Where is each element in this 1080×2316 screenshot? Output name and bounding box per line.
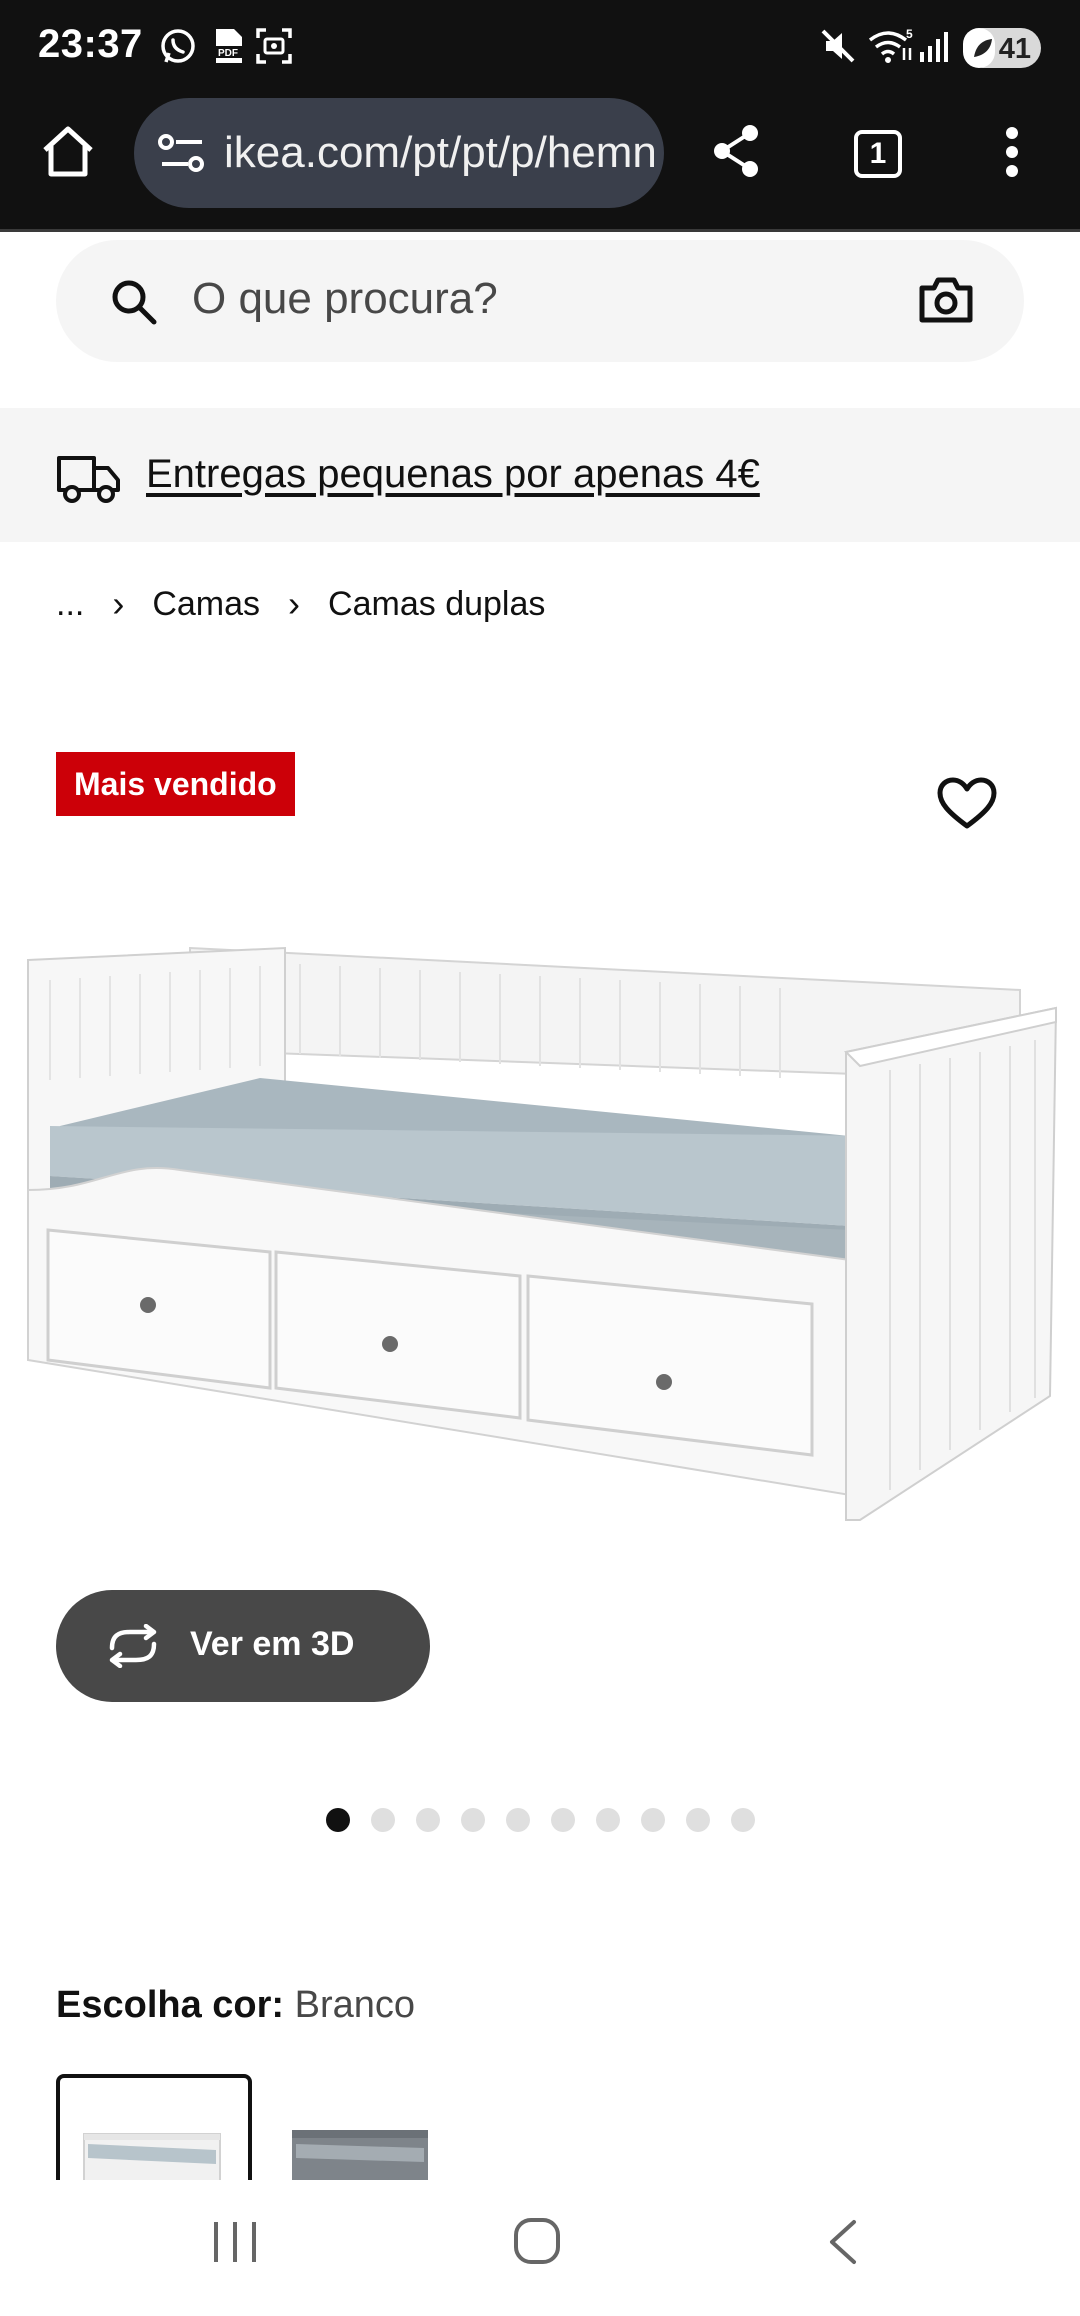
battery-percent: 41	[998, 33, 1031, 65]
drawer-knob	[382, 1336, 398, 1352]
carousel-dot[interactable]	[641, 1808, 665, 1832]
image-carousel-dots	[326, 1808, 755, 1832]
power-saving-leaf-icon	[974, 39, 992, 57]
swatch-gray-image	[292, 2130, 428, 2184]
screenshot-icon	[256, 28, 292, 64]
site-settings-icon[interactable]	[156, 128, 208, 178]
home-nav-icon[interactable]	[512, 2216, 562, 2266]
drawer-middle	[274, 1250, 522, 1420]
breadcrumb-item-camas-duplas[interactable]: Camas duplas	[328, 585, 545, 624]
more-vertical-icon	[1006, 127, 1018, 177]
color-swatch-gray[interactable]	[280, 2074, 476, 2184]
search-input[interactable]: O que procura?	[192, 274, 498, 324]
drawer-knob	[656, 1374, 672, 1390]
carousel-dot[interactable]	[506, 1808, 530, 1832]
carousel-dot[interactable]	[731, 1808, 755, 1832]
drawer-knob	[140, 1297, 156, 1313]
home-icon	[43, 126, 93, 177]
battery-indicator: 41	[963, 28, 1041, 68]
browser-toolbar: ikea.com/pt/pt/p/hemnes 1	[0, 96, 1080, 232]
delivery-banner[interactable]: Entregas pequenas por apenas 4€	[0, 408, 1080, 542]
address-bar[interactable]: ikea.com/pt/pt/p/hemnes	[134, 98, 664, 208]
carousel-dot[interactable]	[326, 1808, 350, 1832]
carousel-dot[interactable]	[686, 1808, 710, 1832]
breadcrumb-item-camas[interactable]: Camas	[152, 585, 260, 624]
svg-text:PDF: PDF	[218, 48, 238, 59]
drawer-left	[46, 1228, 272, 1390]
recent-apps-icon[interactable]	[210, 2218, 260, 2266]
search-bar[interactable]: O que procura?	[56, 240, 1024, 362]
view-in-3d-button[interactable]: Ver em 3D	[56, 1590, 430, 1702]
delivery-link[interactable]: Entregas pequenas por apenas 4€	[146, 452, 760, 497]
breadcrumb: ... › Camas › Camas duplas	[56, 580, 545, 628]
color-swatch-white[interactable]	[56, 2074, 252, 2184]
signal-icon	[920, 32, 948, 62]
svg-text:5: 5	[906, 27, 913, 41]
favorite-heart-icon[interactable]	[936, 776, 998, 832]
carousel-dot[interactable]	[461, 1808, 485, 1832]
home-button[interactable]	[36, 116, 100, 186]
camera-search-icon[interactable]	[918, 274, 974, 326]
pdf-icon: PDF	[214, 29, 242, 63]
share-button[interactable]	[704, 116, 768, 186]
view-in-3d-label[interactable]: Ver em 3D	[190, 1625, 354, 1664]
mute-icon	[821, 29, 855, 63]
search-icon	[112, 280, 157, 325]
selected-color-value: Branco	[294, 1984, 416, 2026]
status-time: 23:37	[38, 22, 143, 66]
carousel-dot[interactable]	[596, 1808, 620, 1832]
best-seller-badge: Mais vendido	[56, 752, 295, 816]
truck-icon	[57, 456, 120, 503]
url-text[interactable]: ikea.com/pt/pt/p/hemnes	[224, 128, 654, 178]
breadcrumb-item-more[interactable]: ...	[56, 585, 84, 624]
swatch-white-image	[83, 2133, 221, 2184]
color-chooser-label: Escolha cor: Branco	[56, 1984, 415, 2027]
whatsapp-icon	[161, 29, 195, 63]
carousel-dot[interactable]	[371, 1808, 395, 1832]
tab-switcher-button[interactable]: 1	[854, 130, 902, 178]
chevron-right-icon: ›	[112, 583, 125, 624]
carousel-dot[interactable]	[416, 1808, 440, 1832]
chevron-right-icon: ›	[288, 583, 301, 624]
status-bar: 23:37 PDF 5 41	[0, 0, 1080, 96]
wifi-icon: 5	[868, 27, 913, 63]
product-image[interactable]	[20, 930, 1060, 1530]
carousel-dot[interactable]	[551, 1808, 575, 1832]
color-chooser-title: Escolha cor:	[56, 1984, 295, 2026]
more-menu-button[interactable]	[992, 120, 1032, 184]
back-nav-icon[interactable]	[822, 2218, 862, 2266]
system-navigation-bar	[0, 2180, 1080, 2316]
share-icon	[714, 125, 758, 177]
rotate-3d-icon	[109, 1624, 157, 1668]
